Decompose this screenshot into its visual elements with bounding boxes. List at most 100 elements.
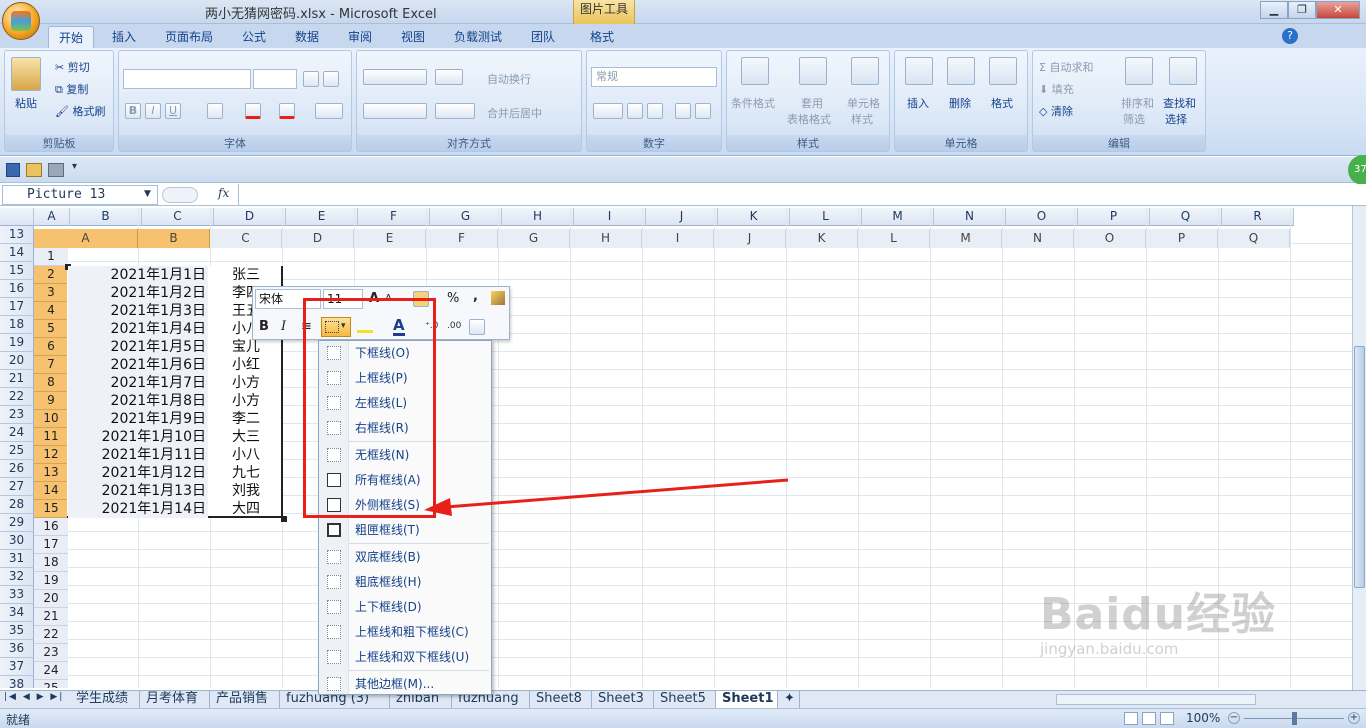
column-header[interactable]: H bbox=[502, 208, 574, 226]
find-select-label-2[interactable]: 选择 bbox=[1165, 111, 1187, 127]
border-menu-item[interactable]: 粗匣框线(T) bbox=[319, 518, 491, 543]
zoom-level[interactable]: 100% bbox=[1186, 711, 1220, 725]
mini-italic-button[interactable]: I bbox=[281, 319, 286, 334]
column-header[interactable]: P bbox=[1078, 208, 1150, 226]
border-icon[interactable] bbox=[207, 103, 223, 119]
sheet-tab[interactable]: 月考体育 bbox=[140, 691, 210, 708]
mini-percent-button[interactable]: % bbox=[447, 291, 459, 306]
sheet-tab[interactable]: Sheet5 bbox=[654, 691, 716, 708]
increase-decimal-icon[interactable] bbox=[675, 103, 691, 119]
maximize-button[interactable]: ❐ bbox=[1288, 1, 1316, 19]
row-header[interactable]: 27 bbox=[0, 478, 34, 496]
vertical-scrollbar[interactable] bbox=[1352, 206, 1366, 690]
open-icon[interactable] bbox=[26, 163, 42, 177]
cell-styles-label-1[interactable]: 单元格 bbox=[847, 95, 880, 111]
cell-styles-label-2[interactable]: 样式 bbox=[851, 111, 873, 127]
phonetic-icon[interactable] bbox=[315, 103, 343, 119]
mini-format-painter-icon[interactable] bbox=[491, 291, 505, 305]
sort-filter-label-2[interactable]: 筛选 bbox=[1123, 111, 1145, 127]
fill-color-icon[interactable] bbox=[245, 103, 261, 119]
indent-icons[interactable] bbox=[435, 103, 475, 119]
mini-increase-decimal-icon[interactable]: .00 bbox=[447, 321, 461, 331]
formula-divider-handle[interactable] bbox=[162, 187, 198, 203]
delete-cells-button[interactable]: 删除 bbox=[949, 95, 971, 111]
font-size-combo[interactable] bbox=[253, 69, 297, 89]
row-header[interactable]: 26 bbox=[0, 460, 34, 478]
zoom-out-icon[interactable]: − bbox=[1228, 712, 1240, 724]
row-header[interactable]: 25 bbox=[0, 442, 34, 460]
page-layout-view-icon[interactable] bbox=[1142, 712, 1156, 725]
delete-cells-icon[interactable] bbox=[947, 57, 975, 85]
column-header[interactable]: I bbox=[574, 208, 646, 226]
row-header[interactable]: 37 bbox=[0, 658, 34, 676]
sheet-tab[interactable]: 学生成绩 bbox=[70, 691, 140, 708]
customize-qat-icon[interactable]: ▾ bbox=[72, 161, 77, 172]
vertical-scroll-thumb[interactable] bbox=[1354, 346, 1365, 588]
row-header[interactable]: 30 bbox=[0, 532, 34, 550]
sort-filter-icon[interactable] bbox=[1125, 57, 1153, 85]
row-header[interactable]: 24 bbox=[0, 424, 34, 442]
column-header[interactable]: K bbox=[718, 208, 790, 226]
row-header[interactable]: 21 bbox=[0, 370, 34, 388]
underline-icon[interactable]: U bbox=[165, 103, 181, 119]
row-header[interactable]: 34 bbox=[0, 604, 34, 622]
sheet-tab[interactable]: Sheet3 bbox=[592, 691, 654, 708]
currency-icon[interactable] bbox=[593, 103, 623, 119]
mini-comma-button[interactable]: , bbox=[473, 289, 478, 304]
row-header[interactable]: 23 bbox=[0, 406, 34, 424]
help-icon[interactable]: ? bbox=[1282, 28, 1298, 44]
row-header[interactable]: 19 bbox=[0, 334, 34, 352]
font-color-icon[interactable] bbox=[279, 103, 295, 119]
shrink-font-icon[interactable] bbox=[323, 71, 339, 87]
sheet-nav-arrows[interactable]: |◀ ◀ ▶ ▶| bbox=[4, 692, 64, 702]
format-as-table-label-2[interactable]: 表格格式 bbox=[787, 111, 831, 127]
border-menu-item[interactable]: 其他边框(M)... bbox=[319, 672, 491, 697]
row-header[interactable]: 15 bbox=[0, 262, 34, 280]
column-header[interactable]: Q bbox=[1150, 208, 1222, 226]
row-header[interactable]: 32 bbox=[0, 568, 34, 586]
border-menu-item[interactable]: 粗底框线(H) bbox=[319, 570, 491, 595]
column-header[interactable]: L bbox=[790, 208, 862, 226]
tab-home[interactable]: 开始 bbox=[48, 26, 95, 50]
row-header[interactable]: 31 bbox=[0, 550, 34, 568]
row-header[interactable]: 14 bbox=[0, 244, 34, 262]
sheet-tab[interactable]: Sheet8 bbox=[530, 691, 592, 708]
sort-filter-label-1[interactable]: 排序和 bbox=[1121, 95, 1154, 111]
save-icon[interactable] bbox=[6, 163, 20, 177]
comma-icon[interactable] bbox=[647, 103, 663, 119]
mini-merge-icon[interactable] bbox=[469, 319, 485, 335]
tab-view[interactable]: 视图 bbox=[391, 26, 435, 50]
close-button[interactable]: ✕ bbox=[1316, 1, 1360, 19]
tab-format[interactable]: 格式 bbox=[580, 26, 624, 50]
conditional-format-icon[interactable] bbox=[741, 57, 769, 85]
fill-button[interactable]: ⬇ 填充 bbox=[1039, 81, 1074, 97]
row-header[interactable]: 36 bbox=[0, 640, 34, 658]
column-header[interactable]: R bbox=[1222, 208, 1294, 226]
tab-page-layout[interactable]: 页面布局 bbox=[155, 26, 223, 50]
format-as-table-icon[interactable] bbox=[799, 57, 827, 85]
format-cells-icon[interactable] bbox=[989, 57, 1017, 85]
column-header[interactable]: O bbox=[1006, 208, 1078, 226]
zoom-slider-thumb[interactable] bbox=[1292, 712, 1297, 725]
sheet-tab[interactable]: 产品销售 bbox=[210, 691, 280, 708]
merge-center-button[interactable]: 合并后居中 bbox=[487, 105, 542, 121]
tab-review[interactable]: 审阅 bbox=[338, 26, 382, 50]
row-header[interactable]: 13 bbox=[0, 226, 34, 244]
wrap-text-button[interactable]: 自动换行 bbox=[487, 71, 531, 87]
find-select-icon[interactable] bbox=[1169, 57, 1197, 85]
tab-load-test[interactable]: 负载测试 bbox=[444, 26, 512, 50]
mini-bold-button[interactable]: B bbox=[259, 319, 269, 334]
grow-font-icon[interactable] bbox=[303, 71, 319, 87]
column-header[interactable]: C bbox=[142, 208, 214, 226]
orientation-icon[interactable] bbox=[435, 69, 463, 85]
row-header[interactable]: 38 bbox=[0, 676, 34, 688]
border-menu-item[interactable]: 双底框线(B) bbox=[319, 545, 491, 570]
column-header[interactable]: M bbox=[862, 208, 934, 226]
zoom-in-icon[interactable]: + bbox=[1348, 712, 1360, 724]
decrease-decimal-icon[interactable] bbox=[695, 103, 711, 119]
border-menu-item[interactable]: 上框线和双下框线(U) bbox=[319, 645, 491, 670]
horizontal-align-icons[interactable] bbox=[363, 103, 427, 119]
column-header[interactable]: N bbox=[934, 208, 1006, 226]
row-header[interactable]: 16 bbox=[0, 280, 34, 298]
tab-insert[interactable]: 插入 bbox=[102, 26, 146, 50]
